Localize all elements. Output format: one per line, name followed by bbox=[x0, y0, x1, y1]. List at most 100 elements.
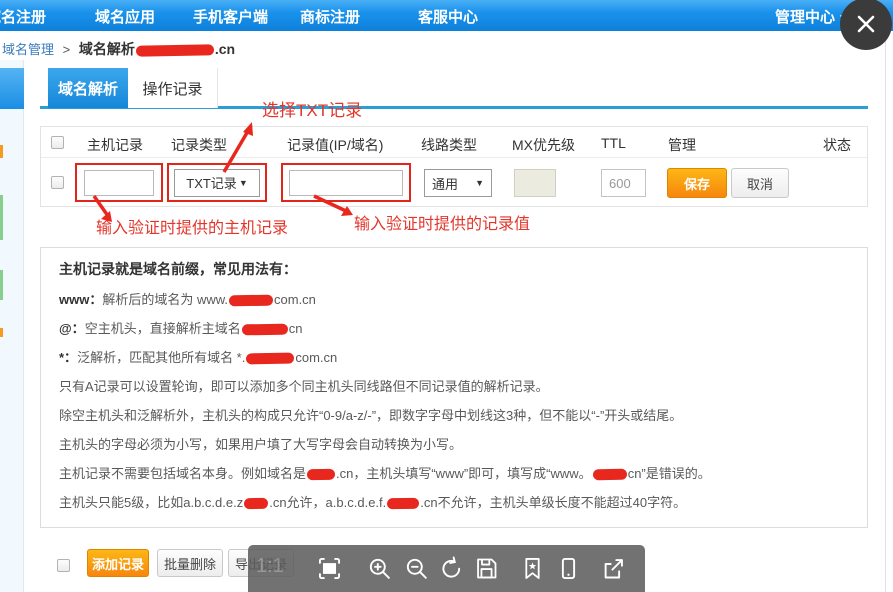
table-header-row: 主机记录 记录类型 记录值(IP/域名) 线路类型 MX优先级 TTL 管理 状… bbox=[41, 127, 867, 158]
zoom-in-icon[interactable] bbox=[366, 555, 393, 582]
nav-item-domain-apps[interactable]: 域名应用 bbox=[95, 6, 155, 27]
redacted-domain-scribble bbox=[244, 498, 268, 509]
redacted-domain-scribble bbox=[229, 295, 273, 307]
help-text: 主机记录不需要包括域名本身。例如域名是 bbox=[59, 466, 306, 481]
col-header-mx: MX优先级 bbox=[512, 135, 575, 155]
host-input-highlight-box bbox=[75, 163, 163, 202]
help-line-levels: 主机头只能5级，比如a.b.c.d.e.z.cn允许，a.b.c.d.e.f..… bbox=[59, 494, 849, 511]
help-text: com.cn bbox=[274, 292, 316, 307]
sidebar-sliver bbox=[0, 145, 3, 158]
top-nav: 域名注册 域名应用 手机客户端 商标注册 客服中心 管理中心▼ bbox=[0, 0, 893, 31]
help-line-a-record: 只有A记录可以设置轮询，即可以添加多个同主机头同线路但不同记录值的解析记录。 bbox=[59, 378, 849, 395]
dns-record-table: 主机记录 记录类型 记录值(IP/域名) 线路类型 MX优先级 TTL 管理 状… bbox=[40, 126, 868, 207]
sidebar-sliver bbox=[0, 328, 3, 337]
help-line-lowercase: 主机头的字母必须为小写，如果用户填了大写字母会自动转换为小写。 bbox=[59, 436, 849, 453]
help-text: cn bbox=[289, 321, 303, 336]
scale-label: 1:1 bbox=[256, 555, 284, 578]
help-line-at: @：空主机头，直接解析主域名 cn bbox=[59, 320, 849, 337]
type-select-highlight-box: TXT记录▼ bbox=[167, 163, 267, 202]
close-button[interactable] bbox=[840, 0, 892, 50]
col-header-manage: 管理 bbox=[668, 135, 696, 155]
bookmark-icon[interactable] bbox=[519, 555, 546, 582]
row-checkbox[interactable] bbox=[51, 176, 64, 189]
add-record-button[interactable]: 添加记录 bbox=[87, 549, 149, 577]
host-record-input[interactable] bbox=[84, 170, 154, 196]
nav-item-trademark[interactable]: 商标注册 bbox=[300, 6, 360, 27]
share-icon[interactable] bbox=[600, 555, 627, 582]
rotate-icon[interactable] bbox=[438, 555, 465, 582]
nav-item-domain-register[interactable]: 域名注册 bbox=[0, 6, 46, 27]
select-all-checkbox[interactable] bbox=[51, 136, 64, 149]
annotation-record-value: 输入验证时提供的记录值 bbox=[354, 210, 530, 234]
select-caret-icon: ▼ bbox=[475, 178, 484, 188]
sidebar-active-item-fragment[interactable] bbox=[0, 68, 24, 109]
col-header-value: 记录值(IP/域名) bbox=[287, 135, 383, 155]
fit-screen-icon[interactable] bbox=[316, 555, 343, 582]
redacted-domain-scribble bbox=[307, 469, 335, 480]
breadcrumb-separator: > bbox=[63, 42, 71, 57]
select-caret-icon: ▼ bbox=[239, 178, 248, 188]
help-lead: *： bbox=[59, 350, 77, 365]
help-lead: @： bbox=[59, 321, 85, 336]
zoom-out-icon[interactable] bbox=[403, 555, 430, 582]
help-line-www: www：解析后的域名为 www.com.cn bbox=[59, 291, 849, 308]
col-header-host: 主机记录 bbox=[87, 135, 143, 155]
batch-delete-button[interactable]: 批量删除 bbox=[157, 549, 223, 577]
redacted-domain-scribble bbox=[242, 324, 288, 336]
help-lead: www： bbox=[59, 292, 102, 307]
help-panel: 主机记录就是域名前缀，常见用法有： www：解析后的域名为 www.com.cn… bbox=[40, 247, 868, 528]
help-line-nodomain: 主机记录不需要包括域名本身。例如域名是 .cn，主机头填写“www”即可，填写成“… bbox=[59, 465, 849, 482]
left-sidebar-strip bbox=[0, 60, 24, 592]
tab-operation-log[interactable]: 操作记录 bbox=[128, 68, 218, 108]
save-button[interactable]: 保存 bbox=[667, 168, 727, 198]
col-header-status: 状态 bbox=[823, 135, 851, 155]
breadcrumb-domain-manage[interactable]: 域名管理 bbox=[2, 42, 54, 57]
record-type-value: TXT记录 bbox=[186, 173, 237, 192]
breadcrumb: 域名管理 > 域名解析 .cn bbox=[2, 39, 235, 59]
help-text: .cn，主机头填写“www”即可，填写成“www。 bbox=[336, 466, 592, 481]
help-line-charset: 除空主机头和泛解析外，主机头的构成只允许“0-9/a-z/-”，即数字字母中划线… bbox=[59, 407, 849, 424]
record-type-select[interactable]: TXT记录▼ bbox=[174, 169, 260, 197]
redacted-domain-scribble bbox=[593, 469, 627, 481]
footer-select-all-checkbox[interactable] bbox=[57, 559, 70, 572]
new-record-row: TXT记录▼ 通用▼ 保存 取消 bbox=[41, 159, 867, 207]
col-header-ttl: TTL bbox=[601, 135, 626, 151]
close-icon bbox=[855, 13, 877, 35]
redacted-domain-scribble bbox=[136, 44, 214, 56]
sidebar-sliver bbox=[0, 195, 3, 240]
redacted-domain-scribble bbox=[246, 353, 294, 365]
help-line-star: *：泛解析，匹配其他所有域名 *. com.cn bbox=[59, 349, 849, 366]
annotation-host-record: 输入验证时提供的主机记录 bbox=[96, 214, 288, 238]
nav-item-mobile-client[interactable]: 手机客户端 bbox=[193, 6, 268, 27]
manage-center-label: 管理中心 bbox=[775, 9, 835, 26]
help-title: 主机记录就是域名前缀，常见用法有： bbox=[59, 261, 849, 278]
cancel-button[interactable]: 取消 bbox=[731, 168, 789, 198]
mx-priority-input-disabled bbox=[514, 169, 556, 197]
redacted-domain-scribble bbox=[387, 498, 419, 510]
nav-item-support[interactable]: 客服中心 bbox=[418, 6, 478, 27]
image-viewer-toolbar: 1:1 bbox=[248, 545, 645, 592]
breadcrumb-domain-suffix: .cn bbox=[215, 41, 235, 57]
window-right-edge bbox=[885, 31, 886, 592]
line-type-value: 通用 bbox=[432, 174, 458, 193]
help-text: 空主机头，直接解析主域名 bbox=[85, 321, 241, 336]
save-icon[interactable] bbox=[473, 555, 500, 582]
line-type-select[interactable]: 通用 ▼ bbox=[424, 169, 492, 197]
help-text: 主机头只能5级，比如a.b.c.d.e.z bbox=[59, 495, 243, 510]
col-header-type: 记录类型 bbox=[171, 135, 227, 155]
help-text: com.cn bbox=[295, 350, 337, 365]
footer-checkbox-wrap bbox=[57, 559, 70, 572]
ttl-input[interactable] bbox=[601, 169, 646, 197]
help-text: .cn不允许，主机头单级长度不能超过40字符。 bbox=[420, 495, 686, 510]
col-header-line: 线路类型 bbox=[421, 135, 477, 155]
mobile-icon[interactable] bbox=[555, 555, 582, 582]
sidebar-sliver bbox=[0, 270, 3, 300]
help-text: 泛解析，匹配其他所有域名 *. bbox=[77, 350, 245, 365]
nav-item-manage-center[interactable]: 管理中心▼ bbox=[775, 6, 848, 27]
annotation-select-txt: 选择TXT记录 bbox=[262, 96, 362, 121]
value-input-highlight-box bbox=[281, 163, 411, 202]
tab-domain-resolution[interactable]: 域名解析 bbox=[48, 68, 128, 108]
breadcrumb-current: 域名解析 bbox=[79, 41, 135, 57]
record-value-input[interactable] bbox=[289, 170, 403, 196]
help-text: cn”是错误的。 bbox=[628, 466, 711, 481]
